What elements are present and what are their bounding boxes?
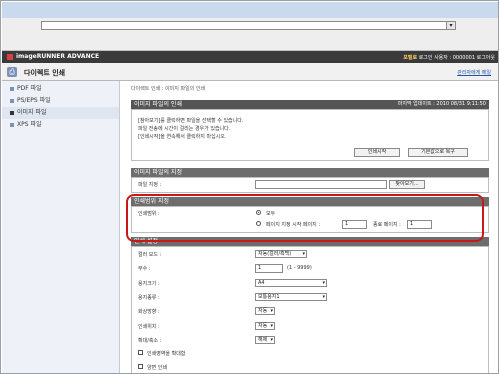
- bullet-icon: [10, 122, 14, 127]
- page-title: 다이렉트 인쇄: [24, 69, 66, 77]
- sidebar-item-label: PDF 파일: [17, 85, 42, 92]
- app-bar: imageRUNNER ADVANCE 포털로 로그인 사용자 : 000000…: [2, 51, 498, 63]
- enlarge-area-checkbox[interactable]: [138, 350, 143, 355]
- print-section-header: 이미지 파일의 인쇄 마지막 업데이트 : 2010 08/31 9:11:50: [131, 100, 489, 109]
- bullet-icon: [10, 98, 14, 103]
- file-path-input[interactable]: [255, 180, 387, 189]
- duplex-checkbox[interactable]: [138, 364, 143, 369]
- bullet-icon: [10, 86, 14, 91]
- select-value: 자동(컬러/흑백): [258, 251, 292, 257]
- info-message: [참아보기]를 클릭하면 파일을 선택할 수 있습니다.: [138, 118, 244, 124]
- browse-button[interactable]: 찾아보기...: [389, 180, 425, 189]
- sidebar-item-image[interactable]: 이미지 파일: [2, 107, 119, 119]
- dropdown-icon: ▾: [270, 308, 273, 314]
- sidebar: PDF 파일 PS/EPS 파일 이미지 파일 XPS 파일: [2, 81, 120, 373]
- setting-label: 부수 :: [138, 266, 151, 272]
- page-header: ⎙ 다이렉트 인쇄 관리자에게 메일: [2, 63, 498, 81]
- app-title: imageRUNNER ADVANCE: [16, 53, 100, 60]
- sidebar-item-xps[interactable]: XPS 파일: [2, 119, 119, 131]
- enlarge-area-label: 인쇄영역을 확대함: [147, 351, 186, 357]
- print-icon: ⎙: [7, 67, 17, 77]
- start-print-button[interactable]: 인쇄시작: [354, 148, 400, 157]
- setting-label: 용지크기 :: [138, 281, 160, 287]
- login-user-text[interactable]: 로그인 사용자 : 0000001 로그아웃: [419, 55, 495, 61]
- paper-type-select[interactable]: 보통용지1 ▾: [255, 293, 327, 301]
- select-value: 해제: [258, 337, 268, 343]
- bullet-icon: [10, 110, 14, 115]
- copies-input[interactable]: 1: [255, 264, 283, 273]
- sidebar-item-pdf[interactable]: PDF 파일: [2, 83, 119, 95]
- portal-link[interactable]: 포털로: [403, 55, 417, 61]
- address-bar[interactable]: ▾: [41, 21, 456, 30]
- setting-label: 확대/축소 :: [138, 338, 162, 344]
- address-dropdown-button[interactable]: ▾: [446, 22, 455, 29]
- select-value: 자동: [258, 323, 268, 329]
- print-position-select[interactable]: 자동 ▾: [255, 322, 275, 330]
- reset-defaults-button[interactable]: 기본값으로 복구: [408, 148, 468, 157]
- sidebar-item-label: 이미지 파일: [17, 109, 47, 116]
- breadcrumb: 다이렉트 인쇄 : 이미지 파일의 인쇄: [131, 86, 206, 92]
- file-section-header: 이미지 파일의 지정: [131, 168, 489, 177]
- orientation-select[interactable]: 자동 ▾: [255, 307, 275, 315]
- info-message: 파일 전송에 시간이 걸리는 경우가 있습니다.: [138, 126, 231, 132]
- browser-frame: ▾ imageRUNNER ADVANCE 포털로 로그인 사용자 : 0000…: [0, 0, 499, 374]
- mail-admin-link[interactable]: 관리자에게 메일: [457, 69, 491, 76]
- duplex-label: 양면 인쇄: [147, 365, 167, 371]
- dropdown-icon: ▾: [322, 294, 325, 300]
- setting-label: 용지종류 :: [138, 295, 160, 301]
- select-value: 보통용지1: [258, 294, 280, 300]
- color-mode-select[interactable]: 자동(컬러/흑백) ▾: [255, 250, 307, 258]
- sidebar-item-label: XPS 파일: [17, 121, 42, 128]
- last-updated: 마지막 업데이트 : 2010 08/31 9:11:50: [397, 101, 486, 107]
- section-title: 이미지 파일의 인쇄: [134, 101, 182, 108]
- file-label: 파일 지정 :: [138, 182, 162, 188]
- canon-logo-icon: [7, 54, 13, 60]
- copies-hint: (1 - 9999): [287, 265, 312, 271]
- sidebar-item-ps-eps[interactable]: PS/EPS 파일: [2, 95, 119, 107]
- dropdown-icon: ▾: [322, 280, 325, 286]
- sidebar-item-label: PS/EPS 파일: [17, 97, 51, 104]
- dropdown-icon: ▾: [302, 251, 305, 257]
- paper-size-select[interactable]: A4 ▾: [255, 279, 327, 287]
- title-bar: [2, 2, 498, 18]
- select-value: 자동: [258, 308, 268, 314]
- setting-label: 컬러 모드 :: [138, 252, 162, 258]
- print-range-highlight: [126, 194, 484, 242]
- select-value: A4: [258, 280, 265, 286]
- dropdown-icon: ▾: [270, 323, 273, 329]
- user-info: 포털로 로그인 사용자 : 0000001 로그아웃: [403, 54, 495, 61]
- info-message: [인쇄시작]을 연속해서 클릭하지 마십시오.: [138, 134, 227, 140]
- setting-label: 인쇄위치 :: [138, 324, 160, 330]
- dropdown-icon: ▾: [270, 337, 273, 343]
- zoom-select[interactable]: 해제 ▾: [255, 336, 275, 344]
- setting-label: 화상방향 :: [138, 309, 160, 315]
